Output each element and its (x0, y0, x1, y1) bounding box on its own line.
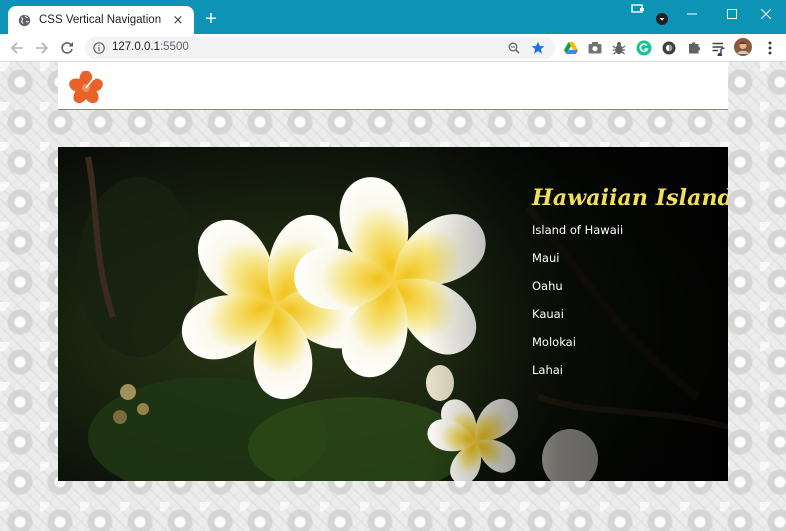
nav-link-island-of-hawaii[interactable]: Island of Hawaii (532, 223, 623, 237)
nav-item: Molokai (532, 331, 712, 359)
google-drive-icon[interactable] (563, 40, 579, 56)
tab-strip: CSS Vertical Navigation × + (0, 0, 786, 34)
hibiscus-logo[interactable] (68, 71, 104, 105)
hero-banner: Hawaiian Islands Island of Hawaii Maui O… (58, 147, 728, 481)
maximize-icon (727, 9, 737, 19)
nav-link-kauai[interactable]: Kauai (532, 307, 564, 321)
minimize-button[interactable] (672, 0, 712, 28)
close-window-button[interactable] (746, 0, 786, 28)
menu-kebab-icon[interactable] (762, 40, 778, 56)
site-info-icon[interactable] (93, 42, 105, 54)
globe-icon (18, 14, 31, 26)
bookmark-star-icon[interactable] (531, 41, 545, 55)
nav-item: Kauai (532, 303, 712, 331)
nav-link-oahu[interactable]: Oahu (532, 279, 563, 293)
page-viewport: Hawaiian Islands Island of Hawaii Maui O… (0, 62, 786, 531)
new-tab-button[interactable]: + (200, 9, 222, 31)
nav-item: Maui (532, 247, 712, 275)
nav-item: Oahu (532, 275, 712, 303)
zoom-icon[interactable] (508, 42, 520, 54)
nav-item: Island of Hawaii (532, 219, 712, 247)
circle-extension-icon[interactable] (661, 40, 677, 56)
tab-title: CSS Vertical Navigation (39, 14, 162, 26)
reload-icon (61, 42, 73, 54)
camera-icon[interactable] (587, 40, 603, 56)
reload-button[interactable] (57, 38, 77, 58)
profile-menu-icon[interactable] (656, 13, 668, 25)
nav-link-molokai[interactable]: Molokai (532, 335, 576, 349)
browser-toolbar: 127.0.0.1:5500 (0, 34, 786, 62)
site-header (58, 62, 728, 110)
back-arrow-icon (10, 42, 23, 54)
cast-icon[interactable] (631, 3, 645, 15)
bug-icon[interactable] (611, 40, 627, 56)
nav-item: Lahai (532, 359, 712, 387)
url-host: 127.0.0.1 (112, 41, 160, 53)
reading-list-icon[interactable] (711, 40, 727, 56)
close-icon (761, 9, 771, 19)
grammarly-icon[interactable] (636, 40, 652, 56)
nav-heading: Hawaiian Islands (532, 185, 728, 211)
address-bar[interactable]: 127.0.0.1:5500 (85, 37, 555, 59)
back-button[interactable] (7, 38, 27, 58)
profile-avatar[interactable] (734, 38, 752, 56)
forward-button[interactable] (32, 38, 52, 58)
browser-tab[interactable]: CSS Vertical Navigation × (8, 6, 194, 34)
forward-arrow-icon (36, 42, 49, 54)
nav-list: Island of Hawaii Maui Oahu Kauai Molokai… (532, 219, 712, 387)
tab-close-icon[interactable]: × (170, 12, 186, 28)
url-port: :5500 (159, 41, 189, 53)
nav-link-lahai[interactable]: Lahai (532, 363, 563, 377)
nav-link-maui[interactable]: Maui (532, 251, 559, 265)
islands-navigation: Hawaiian Islands Island of Hawaii Maui O… (532, 185, 728, 387)
extensions-puzzle-icon[interactable] (686, 40, 702, 56)
url-text[interactable]: 127.0.0.1:5500 (112, 41, 189, 53)
minimize-icon (687, 13, 697, 15)
